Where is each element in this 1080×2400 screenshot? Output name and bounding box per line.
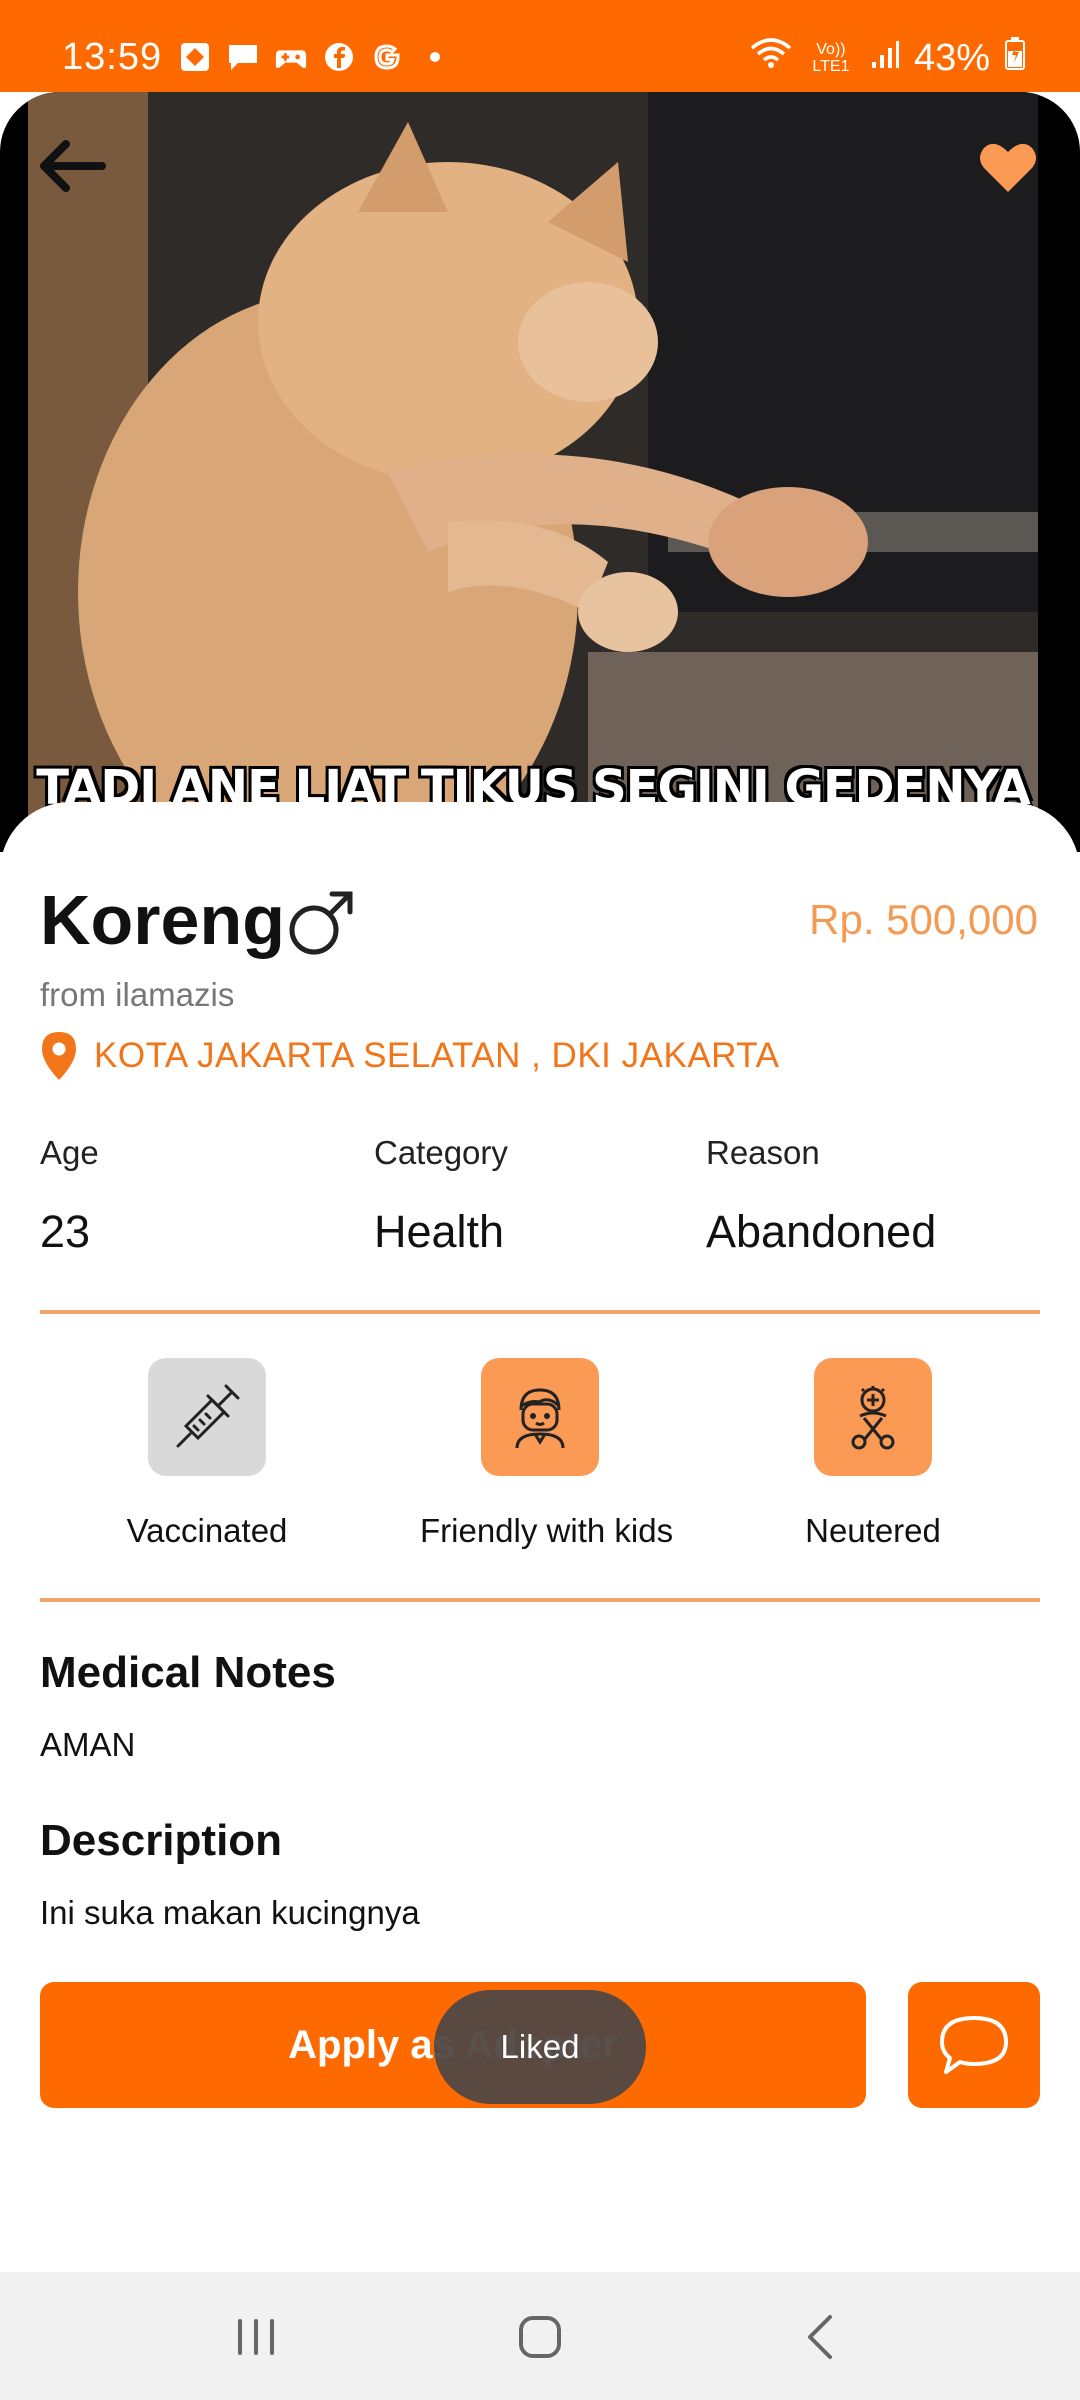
location-pin-icon — [42, 1032, 76, 1080]
google-icon — [370, 40, 404, 74]
feature-label: Neutered — [805, 1512, 941, 1549]
message-icon — [226, 40, 260, 74]
kid-icon — [515, 1388, 565, 1449]
feature-label: Friendly with kids — [420, 1512, 674, 1549]
wifi-icon — [750, 36, 792, 80]
feature-box — [148, 1358, 266, 1476]
home-icon — [519, 2316, 561, 2358]
notification-icons — [178, 40, 452, 74]
network-label: Vo)) LTE1 — [812, 41, 850, 75]
battery-percent: 43% — [913, 36, 990, 79]
pet-name: Koreng — [40, 881, 285, 959]
back-button[interactable] — [36, 138, 108, 194]
attr-age: Age 23 — [40, 1134, 99, 1258]
chat-bubble-icon — [940, 2016, 1008, 2074]
feature-box — [814, 1358, 932, 1476]
chevron-left-icon — [808, 2315, 832, 2359]
feature-neutered: Neutered — [753, 1358, 993, 1550]
cat-illustration — [28, 92, 1038, 852]
status-bar: 13:59 Vo)) LTE1 43% — [0, 0, 1080, 92]
system-status: Vo)) LTE1 43% — [750, 36, 1026, 80]
neutered-icon — [851, 1386, 895, 1450]
description-title: Description — [40, 1816, 283, 1865]
attr-label: Category — [374, 1134, 508, 1171]
pet-photo: TADI ANE LIAT TIKUS SEGINI GEDENYA — [0, 92, 1080, 852]
owner-text: from ilamazis — [40, 976, 235, 1013]
dot-icon — [418, 40, 452, 74]
cat-photo: TADI ANE LIAT TIKUS SEGINI GEDENYA — [28, 92, 1038, 852]
status-time: 13:59 — [62, 36, 163, 78]
like-button[interactable] — [978, 140, 1038, 194]
attr-category: Category Health — [374, 1134, 508, 1258]
app-icon — [178, 40, 212, 74]
recents-icon — [238, 2319, 274, 2355]
medical-notes-body: AMAN — [40, 1726, 136, 1763]
feature-vaccinated: Vaccinated — [87, 1358, 327, 1550]
feature-box — [481, 1358, 599, 1476]
feature-kids: Friendly with kids — [420, 1358, 674, 1550]
gamepad-icon — [274, 40, 308, 74]
attr-reason: Reason Abandoned — [706, 1134, 936, 1258]
pet-price: Rp. 500,000 — [809, 896, 1038, 943]
attr-value: Abandoned — [706, 1206, 937, 1257]
signal-icon — [870, 37, 900, 80]
divider — [40, 1598, 1040, 1602]
attr-value: Health — [374, 1206, 505, 1257]
male-icon — [286, 888, 356, 958]
chat-button[interactable] — [908, 1982, 1040, 2108]
syringe-icon — [176, 1384, 240, 1448]
battery-icon — [1004, 36, 1026, 80]
facebook-icon — [322, 40, 356, 74]
medical-notes-title: Medical Notes — [40, 1648, 336, 1697]
heart-icon — [980, 143, 1036, 192]
location-text: KOTA JAKARTA SELATAN , DKI JAKARTA — [94, 1036, 780, 1075]
liked-toast: Liked — [434, 1990, 646, 2104]
description-body: Ini suka makan kucingnya — [40, 1894, 420, 1931]
attr-value: 23 — [40, 1206, 91, 1257]
location: KOTA JAKARTA SELATAN , DKI JAKARTA — [40, 1030, 779, 1082]
feature-label: Vaccinated — [126, 1512, 288, 1549]
home-button[interactable] — [500, 2312, 580, 2362]
divider — [40, 1310, 1040, 1314]
attr-label: Reason — [706, 1134, 820, 1171]
system-back-button[interactable] — [780, 2312, 860, 2362]
system-nav-bar — [0, 2272, 1080, 2400]
arrow-left-icon — [40, 140, 106, 192]
recent-apps-button[interactable] — [216, 2312, 296, 2362]
attr-label: Age — [40, 1134, 99, 1171]
